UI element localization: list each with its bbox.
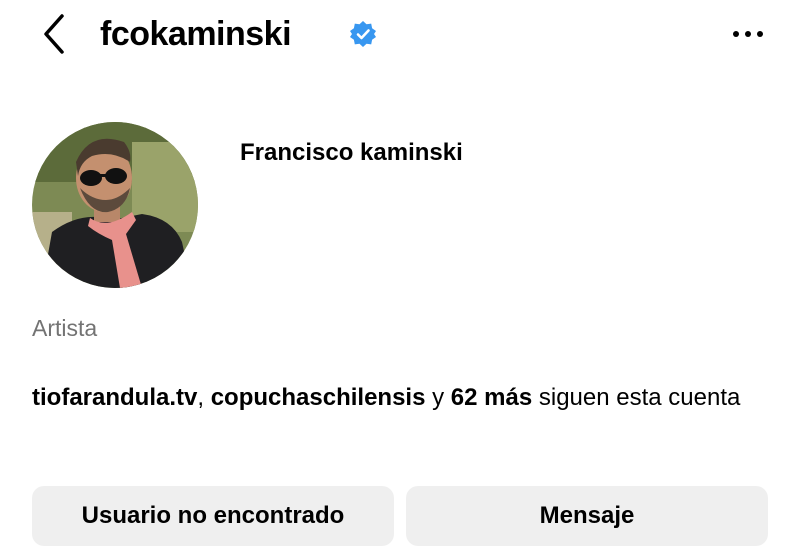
- followed-by-text[interactable]: tiofarandula.tv, copuchaschilensis y 62 …: [32, 380, 772, 416]
- followed-suffix-text: siguen esta cuenta: [532, 384, 741, 411]
- user-not-found-button[interactable]: Usuario no encontrado: [32, 486, 394, 546]
- avatar[interactable]: [32, 122, 198, 288]
- profile-photo: [32, 122, 198, 288]
- username: fcokaminski: [100, 15, 292, 53]
- follower-account-1[interactable]: tiofarandula.tv: [32, 384, 197, 411]
- ellipsis-icon: [733, 31, 763, 37]
- more-options-button[interactable]: [728, 22, 768, 46]
- connector-text: y: [425, 384, 451, 411]
- separator-text: ,: [197, 384, 211, 411]
- profile-header: fcokaminski: [0, 0, 800, 72]
- back-button[interactable]: [36, 12, 72, 56]
- profile-full-name: Francisco kaminski: [240, 139, 463, 166]
- verified-badge-icon: [350, 21, 376, 47]
- other-followers-count[interactable]: 62 más: [451, 384, 532, 411]
- follower-account-2[interactable]: copuchaschilensis: [211, 384, 426, 411]
- chevron-left-icon: [44, 14, 64, 54]
- profile-category: Artista: [32, 315, 98, 341]
- message-button[interactable]: Mensaje: [406, 486, 768, 546]
